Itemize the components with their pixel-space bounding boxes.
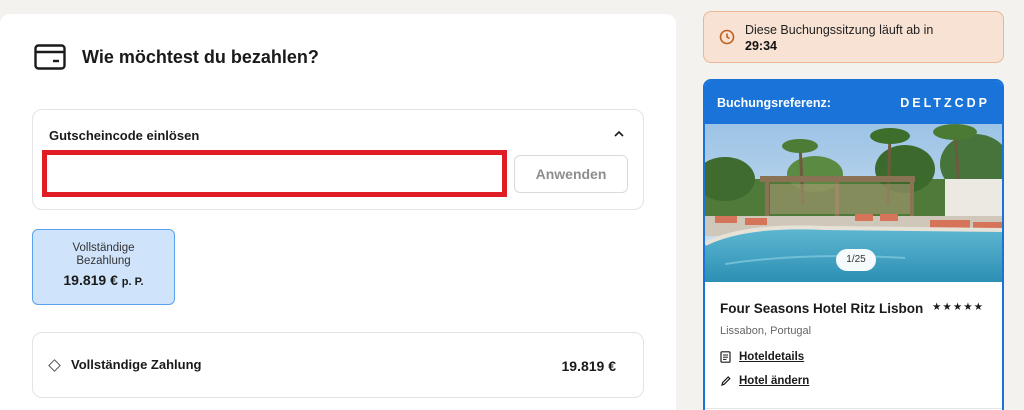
voucher-code-input[interactable] [42, 150, 507, 197]
change-hotel-label: Hotel ändern [739, 375, 810, 387]
change-hotel-link[interactable]: Hotel ändern [720, 375, 809, 387]
hotel-details-label: Hoteldetails [739, 351, 805, 363]
hotel-details-link[interactable]: Hoteldetails [720, 351, 804, 363]
price-suffix: p. P. [121, 276, 144, 288]
payment-option-price: 19.819 € p. P. [33, 272, 174, 288]
voucher-title: Gutscheincode einlösen [49, 128, 200, 143]
hotel-image[interactable]: 1/25 [705, 124, 1002, 282]
session-timer: Diese Buchungssitzung läuft ab in 29:34 [703, 11, 1004, 63]
payment-option-full[interactable]: Vollständige Bezahlung 19.819 € p. P. [32, 229, 175, 305]
apply-button[interactable]: Anwenden [514, 155, 628, 193]
photo-counter: 1/25 [836, 249, 876, 271]
payment-card: Wie möchtest du bezahlen? Gutscheincode … [0, 14, 676, 410]
hotel-name: Four Seasons Hotel Ritz Lisbon [720, 301, 924, 316]
booking-reference-code: DELTZCDP [900, 96, 990, 110]
summary-amount: 19.819 € [561, 358, 617, 374]
payment-summary[interactable]: Vollständige Zahlung 19.819 € [32, 332, 644, 398]
diamond-icon [48, 359, 61, 372]
booking-reference-label: Buchungsreferenz: [717, 96, 831, 110]
payment-option-label: Vollständige Bezahlung [72, 242, 135, 267]
payment-option-price-value: 19.819 € [63, 272, 118, 288]
booking-summary-card: Buchungsreferenz: DELTZCDP 1/25 Four Sea… [703, 79, 1004, 410]
summary-label: Vollständige Zahlung [71, 357, 202, 372]
pencil-icon [721, 376, 731, 386]
payment-header: Wie möchtest du bezahlen? [34, 44, 319, 70]
page-title: Wie möchtest du bezahlen? [82, 46, 319, 67]
chevron-up-icon[interactable] [611, 126, 627, 142]
booking-header: Buchungsreferenz: DELTZCDP [705, 81, 1002, 124]
hotel-location: Lissabon, Portugal [720, 325, 812, 337]
voucher-section: Gutscheincode einlösen Anwenden [32, 109, 644, 210]
credit-card-icon [34, 44, 66, 70]
session-time: 29:34 [745, 39, 777, 53]
star-rating-icon: ★★★★★ [932, 301, 985, 313]
divider [705, 408, 1002, 409]
clock-icon [719, 29, 735, 45]
session-text: Diese Buchungssitzung läuft ab in [745, 23, 934, 37]
document-icon [720, 351, 731, 363]
